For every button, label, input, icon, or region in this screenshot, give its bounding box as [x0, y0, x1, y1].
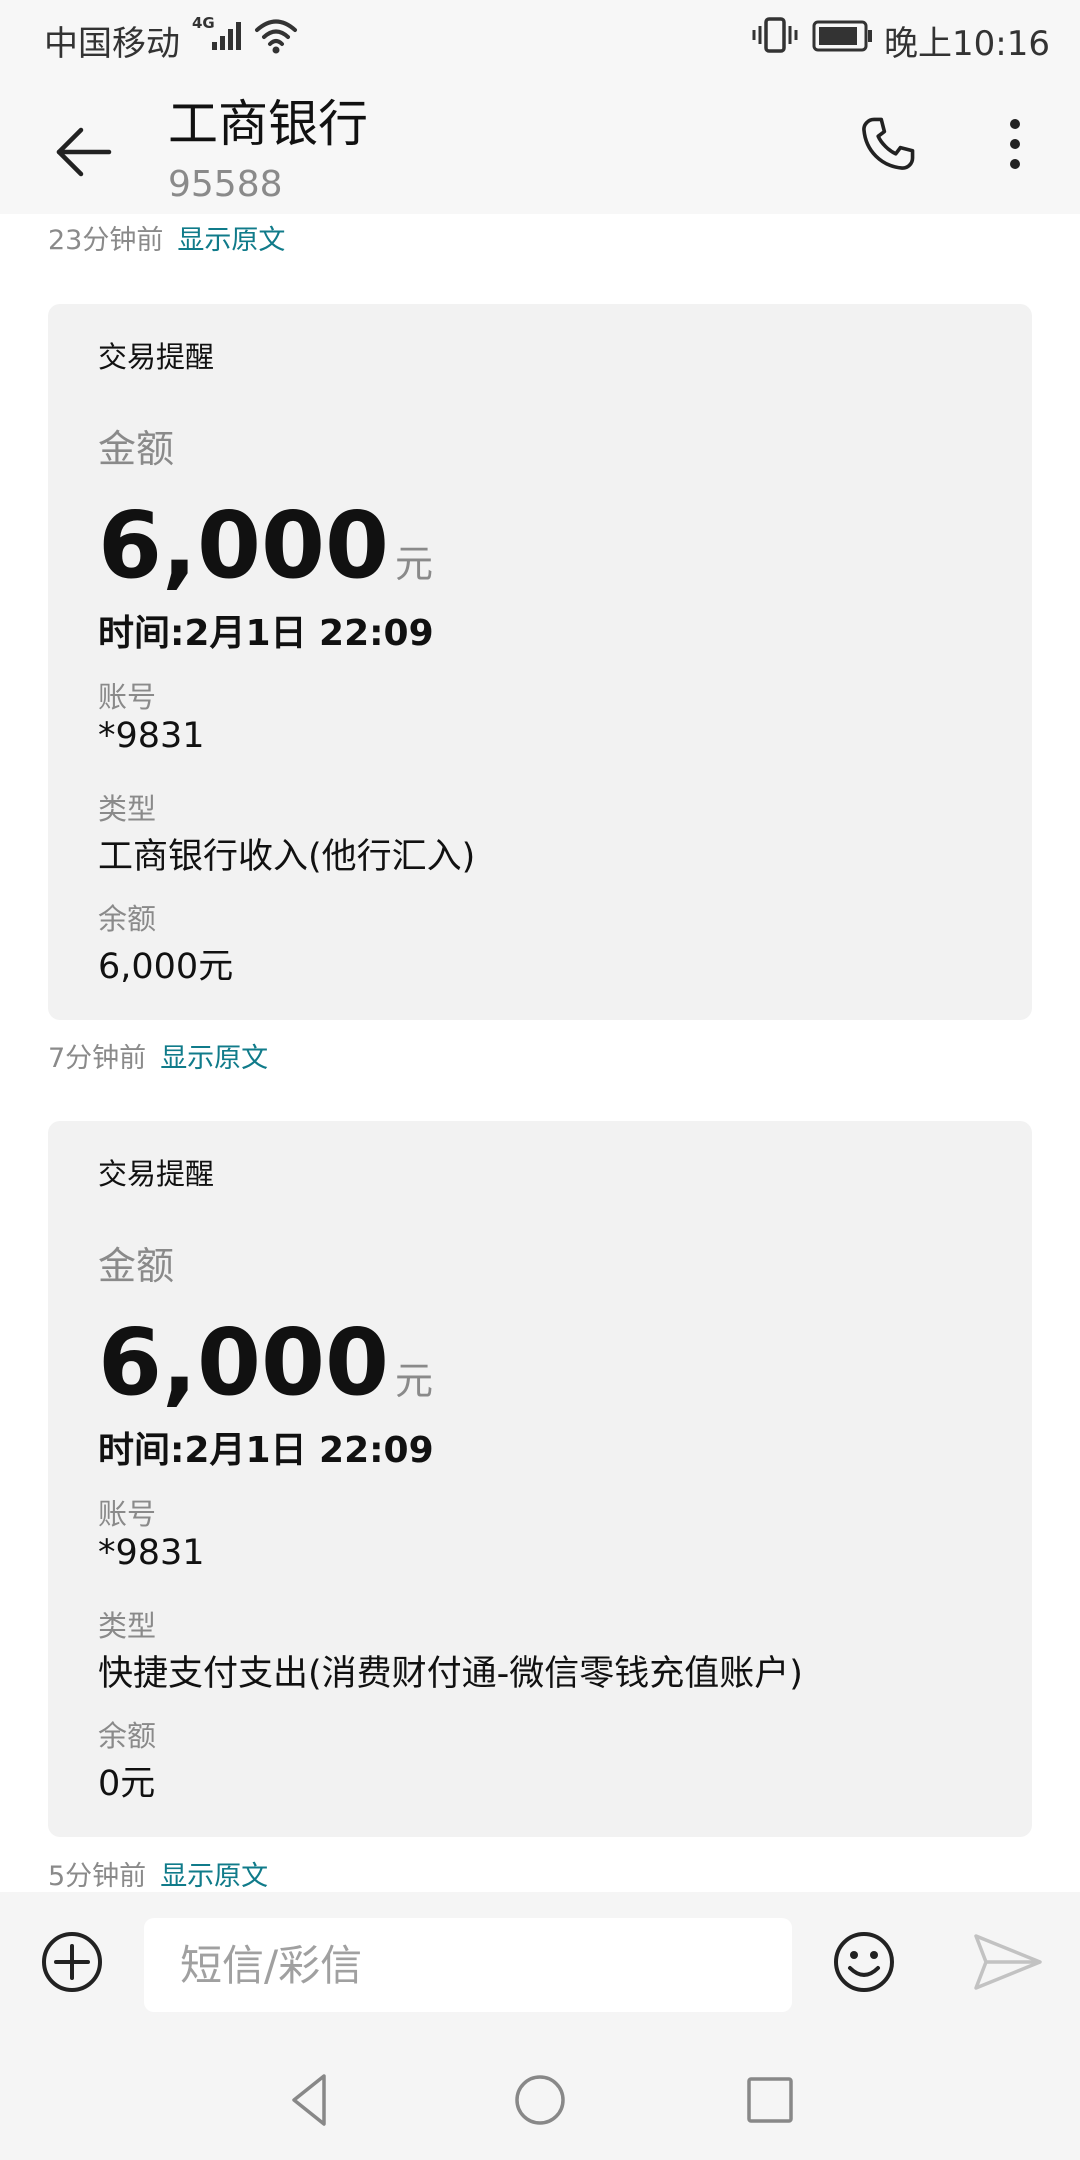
nav-recent-icon	[747, 2077, 793, 2123]
account-value: *9831	[98, 1533, 205, 1573]
time-ago: 23分钟前	[48, 225, 164, 256]
contact-number: 95588	[168, 164, 283, 205]
type-value: 快捷支付支出(消费财付通-微信零钱充值账户)	[98, 1654, 803, 1694]
show-original-link[interactable]: 显示原文	[160, 1043, 268, 1074]
account-label: 账号	[98, 1497, 157, 1531]
amount-label: 金额	[98, 1244, 175, 1288]
more-vertical-icon	[1010, 119, 1020, 169]
message-input[interactable]	[144, 1918, 792, 2012]
balance-value: 0元	[98, 1764, 156, 1804]
transaction-time: 时间:2月1日 22:09	[98, 613, 434, 654]
account-label: 账号	[98, 680, 157, 714]
phone-icon	[862, 117, 915, 170]
back-button[interactable]	[40, 112, 126, 192]
nav-back-button[interactable]	[280, 2070, 340, 2130]
amount-label: 金额	[98, 427, 175, 471]
more-options-button[interactable]	[990, 104, 1040, 184]
amount-unit: 元	[395, 1359, 434, 1403]
account-value: *9831	[98, 716, 205, 756]
transaction-card: 交易提醒 金额 6,000 元 时间:2月1日 22:09 账号 *9831 类型…	[48, 304, 1032, 1020]
carrier-name: 中国移动	[44, 24, 180, 64]
system-navigation-bar	[0, 2040, 1080, 2160]
send-button[interactable]	[972, 1930, 1044, 1994]
status-clock: 晚上10:16	[884, 24, 1050, 64]
nav-home-icon	[515, 2075, 565, 2125]
nav-home-button[interactable]	[510, 2070, 570, 2130]
send-icon	[974, 1934, 1042, 1990]
emoji-icon	[834, 1932, 894, 1992]
card-title: 交易提醒	[98, 340, 215, 374]
time-ago: 7分钟前	[48, 1043, 147, 1074]
nav-back-icon	[292, 2074, 326, 2126]
battery-icon	[812, 20, 874, 56]
type-label: 类型	[98, 792, 157, 826]
message-timestamp: 7分钟前 显示原文	[48, 1036, 268, 1075]
transaction-time: 时间:2月1日 22:09	[98, 1430, 434, 1471]
contact-name: 工商银行	[168, 95, 368, 153]
status-bar: 中国移动 4G 晚上10:16	[0, 0, 1080, 72]
call-button[interactable]	[848, 104, 928, 184]
message-timestamp: 23分钟前 显示原文	[48, 218, 285, 257]
message-timestamp: 5分钟前 显示原文	[48, 1854, 268, 1893]
type-label: 类型	[98, 1609, 157, 1643]
amount-value: 6,000	[98, 1309, 390, 1416]
amount-unit: 元	[395, 542, 434, 586]
type-value: 工商银行收入(他行汇入)	[98, 837, 476, 877]
signal-icon	[206, 20, 250, 56]
show-original-link[interactable]: 显示原文	[177, 225, 285, 256]
show-original-link[interactable]: 显示原文	[160, 1861, 268, 1892]
amount-row: 6,000 元	[98, 1309, 433, 1416]
card-title: 交易提醒	[98, 1157, 215, 1191]
amount-value: 6,000	[98, 492, 390, 599]
balance-label: 余额	[98, 1719, 157, 1753]
wifi-icon	[254, 17, 298, 59]
balance-label: 余额	[98, 902, 157, 936]
conversation-header: 工商银行 95588	[0, 72, 1080, 214]
compose-bar	[0, 1892, 1080, 2040]
time-ago: 5分钟前	[48, 1861, 147, 1892]
transaction-card: 交易提醒 金额 6,000 元 时间:2月1日 22:09 账号 *9831 类型…	[48, 1121, 1032, 1837]
back-arrow-icon	[56, 127, 112, 177]
add-circle-icon	[42, 1932, 102, 1992]
vibrate-icon	[752, 16, 798, 58]
nav-recent-button[interactable]	[740, 2070, 800, 2130]
balance-value: 6,000元	[98, 947, 234, 987]
add-attachment-button[interactable]	[38, 1928, 106, 1996]
emoji-button[interactable]	[830, 1928, 898, 1996]
amount-row: 6,000 元	[98, 492, 433, 599]
